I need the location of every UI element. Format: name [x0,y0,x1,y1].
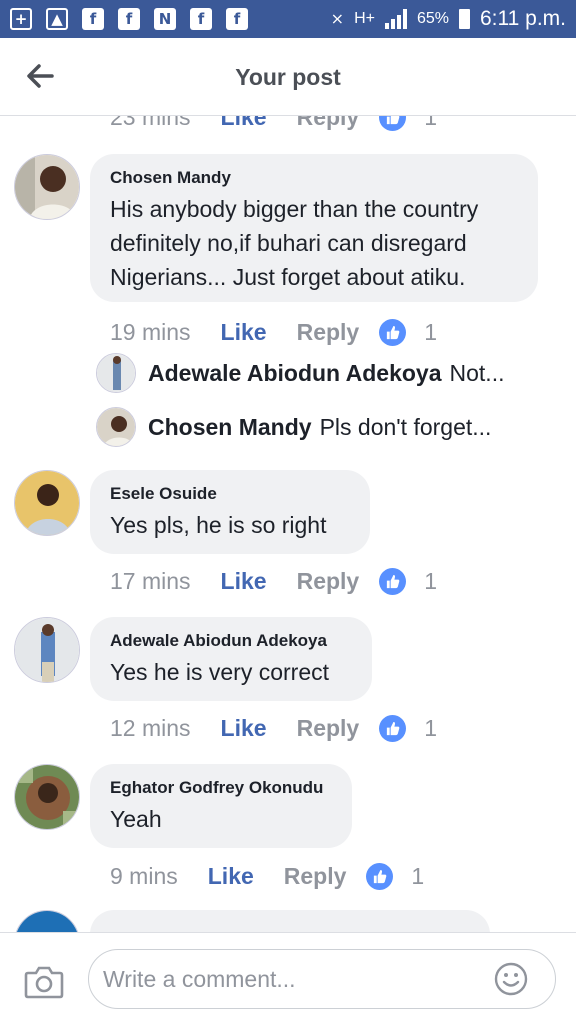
page-header: Your post [0,38,576,116]
mute-icon: ⨯ [330,11,345,28]
like-count: 1 [411,862,425,889]
like-count: 1 [424,318,438,345]
reply-text: Pls don't forget... [319,413,492,440]
reply-preview[interactable]: Adewale Abiodun Adekoya Not... [96,353,504,393]
avatar[interactable] [14,470,80,536]
comment-bubble: Adewale Abiodun Adekoya Yes he is very c… [90,617,372,701]
comment-meta: 9 mins Like Reply 1 [110,861,424,891]
signal-icon [384,9,407,29]
facebook-icon: f [118,8,140,30]
page-title: Your post [235,64,341,90]
like-reaction-icon [379,116,407,131]
like-button[interactable]: Like [208,863,254,890]
reply-author: Adewale Abiodun Adekoya [148,359,442,386]
like-button[interactable]: Like [221,715,267,742]
comment-meta: 19 mins Like Reply 1 [110,317,437,347]
like-count: 1 [424,116,438,130]
comment-time: 12 mins [110,714,191,741]
image-icon: ▲ [46,8,68,30]
reply-author: Chosen Mandy [148,413,312,440]
facebook-icon: f [226,8,248,30]
comment-time: 9 mins [110,862,178,889]
comment-input[interactable]: Write a comment... [88,949,556,1009]
comment-text: His anybody bigger than the country defi… [110,196,479,290]
comment-meta-partial: 23 mins Like Reply 1 [110,116,437,132]
comment-bubble: Chosen Mandy His anybody bigger than the… [90,154,538,302]
like-button[interactable]: Like [221,319,267,346]
avatar[interactable] [14,617,80,683]
reply-text: Not... [449,359,505,386]
like-reaction-icon [379,567,407,595]
status-bar: + ▲ f f N f f ⨯ H+ 65% 6:11 p.m. [0,0,576,38]
comment-bubble [90,910,490,932]
comment-time: 19 mins [110,318,191,345]
like-count: 1 [424,714,438,741]
network-type: H+ [354,10,375,27]
emoji-icon[interactable] [494,962,528,996]
comment-text: Yes he is very correct [110,659,330,685]
facebook-icon: f [82,8,104,30]
comment-author[interactable]: Esele Osuide [110,484,350,504]
like-count: 1 [424,567,438,594]
reply-button[interactable]: Reply [297,715,360,742]
like-reaction-icon [379,318,407,346]
like-button[interactable]: Like [221,116,267,131]
avatar[interactable] [14,154,80,220]
camera-icon[interactable] [24,965,64,999]
comment-author[interactable]: Adewale Abiodun Adekoya [110,631,352,651]
reply-button[interactable]: Reply [297,568,360,595]
avatar[interactable] [14,764,80,830]
comment-text: Yes pls, he is so right [110,512,327,538]
comment-author[interactable]: Eghator Godfrey Okonudu [110,778,332,798]
comment-time: 23 mins [110,116,191,130]
facebook-icon: f [190,8,212,30]
reply-button[interactable]: Reply [297,116,360,131]
comment-meta: 12 mins Like Reply 1 [110,713,437,743]
comment-composer: Write a comment... [0,932,576,1024]
comment-bubble: Eghator Godfrey Okonudu Yeah [90,764,352,848]
avatar [96,407,136,447]
comment-meta: 17 mins Like Reply 1 [110,566,437,596]
comment-text: Yeah [110,806,162,832]
comment-time: 17 mins [110,567,191,594]
reply-button[interactable]: Reply [297,319,360,346]
battery-level: 65% [416,10,449,27]
comment-author[interactable]: Chosen Mandy [110,168,518,188]
like-reaction-icon [379,714,407,742]
like-button[interactable]: Like [221,568,267,595]
add-box-icon: + [10,8,32,30]
like-reaction-icon [366,862,394,890]
reply-preview[interactable]: Chosen Mandy Pls don't forget... [96,407,491,447]
avatar[interactable] [14,910,80,932]
n-icon: N [154,8,176,30]
reply-button[interactable]: Reply [284,863,347,890]
comments-feed[interactable]: 23 mins Like Reply 1 Chosen Mandy His an… [0,116,576,932]
clock: 6:11 p.m. [480,7,566,30]
battery-icon [459,9,470,29]
comment-bubble: Esele Osuide Yes pls, he is so right [90,470,370,554]
avatar [96,353,136,393]
